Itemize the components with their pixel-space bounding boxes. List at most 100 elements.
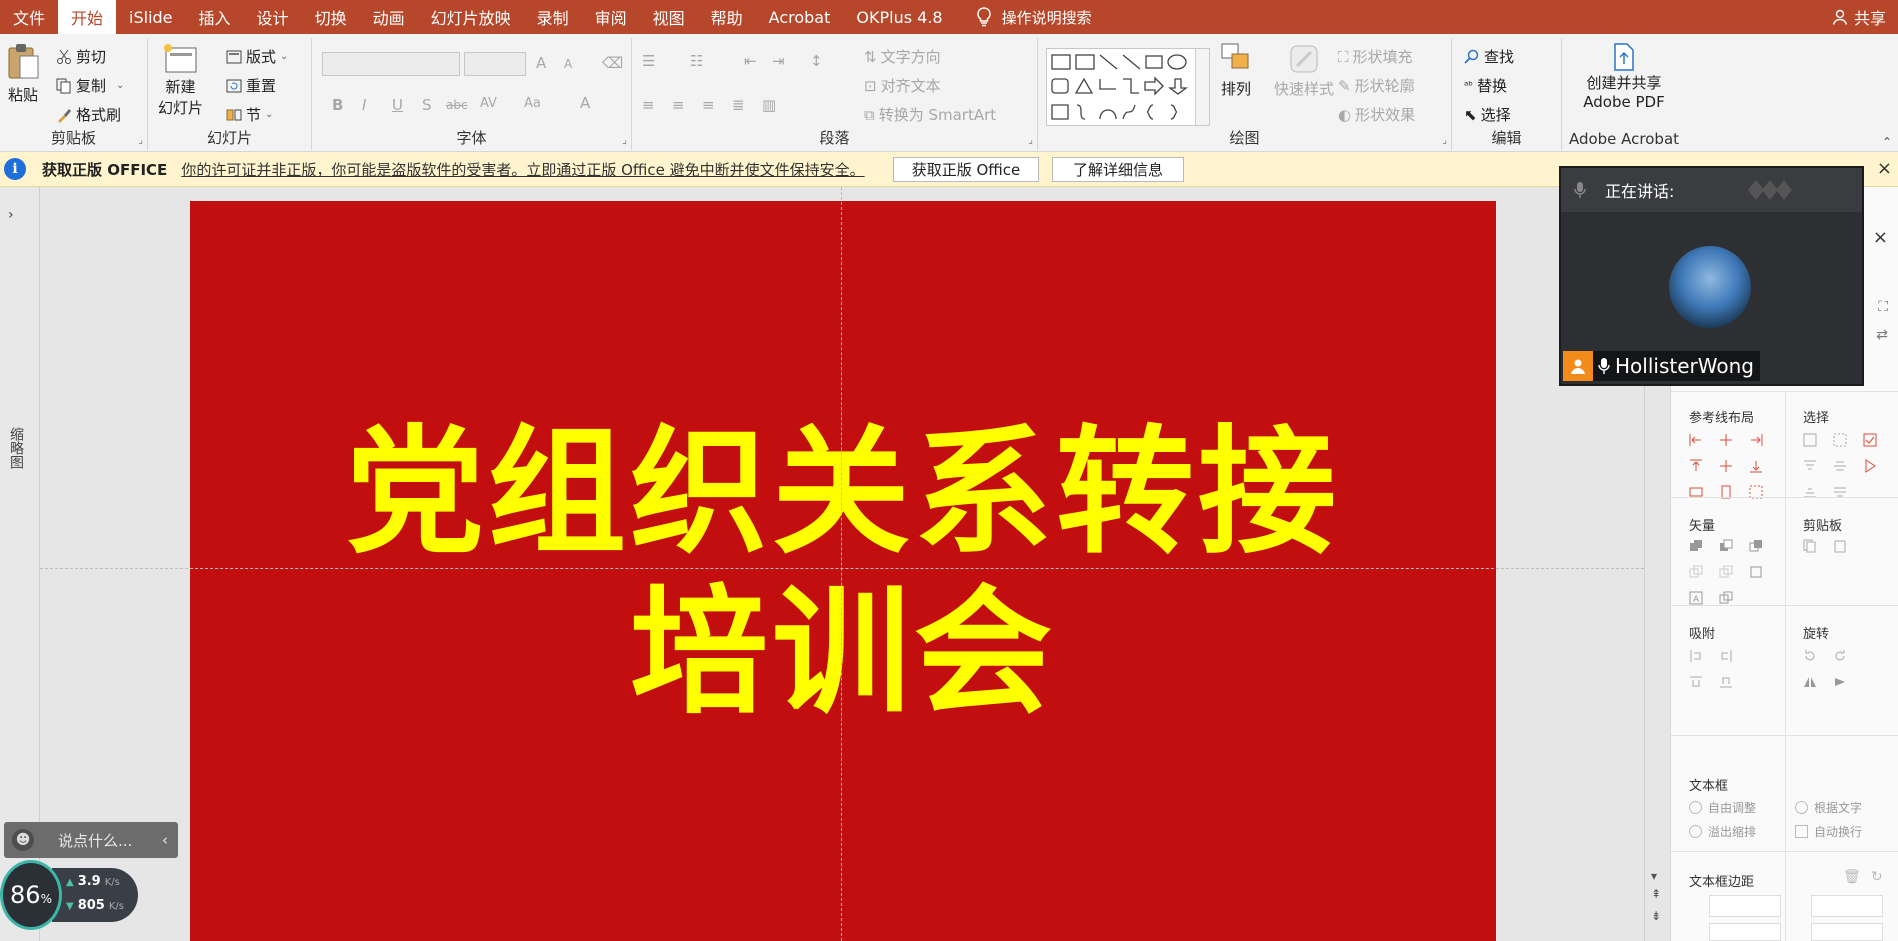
tab-slideshow[interactable]: 幻灯片放映 (418, 0, 524, 34)
format-painter-button[interactable]: 格式刷 (56, 104, 121, 125)
find-button[interactable]: 查找 (1464, 46, 1514, 67)
smartart-button[interactable]: ⧉ 转换为 SmartArt (864, 104, 996, 125)
font-color-button[interactable]: A (580, 94, 590, 112)
share-button[interactable]: 共享 (1832, 0, 1886, 34)
slide[interactable]: 党组织关系转接 培训会 (190, 201, 1496, 941)
align-bottom-edge-icon[interactable] (1749, 459, 1763, 473)
align-center-horizontal-icon[interactable] (1719, 433, 1733, 447)
snap-right-icon[interactable] (1719, 649, 1733, 663)
edit-points-icon[interactable] (1749, 565, 1763, 579)
tab-design[interactable]: 设计 (244, 0, 302, 34)
chat-widget[interactable]: ☻ 说点什么... ‹ (4, 822, 178, 858)
panel-copy-icon[interactable] (1803, 539, 1817, 553)
numbering-icon[interactable]: ☷ (690, 52, 703, 70)
flip-vertical-icon[interactable] (1833, 675, 1847, 689)
tab-file[interactable]: 文件 (0, 0, 58, 34)
underline-button[interactable]: U (392, 96, 403, 114)
previous-slide-icon[interactable]: ⇞ (1651, 887, 1661, 901)
text-to-vector-icon[interactable]: A (1689, 591, 1703, 605)
margin-bottom-input[interactable] (1811, 923, 1883, 941)
tab-transitions[interactable]: 切换 (302, 0, 360, 34)
align-right-edge-icon[interactable] (1749, 433, 1763, 447)
vertical-guide[interactable] (841, 187, 842, 941)
expand-thumbnails-icon[interactable]: › (8, 207, 14, 223)
align-center-vertical-icon[interactable] (1719, 459, 1733, 473)
decrease-indent-icon[interactable]: ⇤ (744, 52, 757, 70)
tab-animations[interactable]: 动画 (360, 0, 418, 34)
auto-adjust-option[interactable]: 自由调整 (1689, 799, 1756, 816)
get-genuine-office-button[interactable]: 获取正版 Office (893, 157, 1039, 182)
select-middle-icon[interactable] (1833, 459, 1847, 473)
network-monitor[interactable]: ▲ 3.9 K/s ▼ 805 K/s 86% (0, 860, 138, 930)
tab-okplus[interactable]: OKPlus 4.8 (843, 0, 955, 34)
margin-top-input[interactable] (1709, 923, 1781, 941)
notification-message[interactable]: 你的许可证并非正版，你可能是盗版软件的受害者。立即通过正版 Office 避免中… (181, 159, 864, 180)
bullets-icon[interactable]: ☰ (642, 52, 655, 70)
change-case-button[interactable]: Aa (524, 96, 541, 111)
emoji-icon[interactable]: ☻ (12, 829, 34, 851)
thumbnail-pane-label[interactable]: 缩略图 (6, 427, 26, 469)
snap-left-icon[interactable] (1689, 649, 1703, 663)
dialog-launcher-icon[interactable]: ⌟ (1442, 135, 1447, 146)
reset-button[interactable]: 重置 (226, 75, 276, 96)
auto-wrap-option[interactable]: 自动换行 (1795, 823, 1862, 840)
select-top-icon[interactable] (1803, 459, 1817, 473)
italic-button[interactable]: I (362, 96, 366, 114)
tab-view[interactable]: 视图 (640, 0, 698, 34)
text-direction-button[interactable]: ⇅ 文字方向 (864, 46, 941, 67)
rotate-left-icon[interactable] (1803, 649, 1817, 663)
flip-horizontal-icon[interactable] (1803, 675, 1817, 689)
justify-icon[interactable]: ≣ (732, 96, 745, 114)
overflow-shrink-option[interactable]: 溢出缩排 (1689, 823, 1756, 840)
dialog-launcher-icon[interactable]: ⌟ (1028, 135, 1033, 146)
align-top-edge-icon[interactable] (1689, 459, 1703, 473)
chat-collapse-icon[interactable]: ‹ (162, 831, 168, 849)
subtract-icon[interactable] (1719, 565, 1733, 579)
margin-right-input[interactable] (1811, 895, 1883, 917)
create-share-pdf-button[interactable]: 创建并共享 Adobe PDF (1562, 42, 1686, 111)
meeting-window[interactable]: 正在讲话: HollisterWong (1559, 166, 1864, 386)
close-icon[interactable]: × (1877, 158, 1892, 179)
replace-button[interactable]: ᵃᵇ 替换 (1464, 75, 1507, 96)
paste-button[interactable]: 粘贴 (6, 42, 40, 105)
select-similar-icon[interactable] (1833, 433, 1847, 447)
tell-me-search[interactable]: 操作说明搜索 (976, 0, 1092, 34)
bold-button[interactable]: B (332, 96, 343, 114)
gallery-scrollbar[interactable] (1195, 49, 1209, 125)
union-icon[interactable] (1689, 539, 1703, 553)
clear-format-icon[interactable]: ⌫ (602, 54, 623, 72)
align-left-icon[interactable]: ≡ (642, 96, 655, 114)
tab-acrobat[interactable]: Acrobat (756, 0, 844, 34)
grow-font-button[interactable]: A (536, 54, 546, 72)
vector-copy-icon[interactable] (1719, 591, 1733, 605)
shape-effects-button[interactable]: ◐ 形状效果 (1338, 104, 1415, 125)
align-left-edge-icon[interactable] (1689, 433, 1703, 447)
quick-styles-button[interactable]: 快速样式 (1274, 42, 1334, 99)
fullscreen-icon[interactable]: ⛶ (1878, 299, 1888, 315)
learn-more-button[interactable]: 了解详细信息 (1052, 157, 1184, 182)
tab-record[interactable]: 录制 (524, 0, 582, 34)
strikethrough-button[interactable]: abc (446, 98, 468, 112)
trash-icon[interactable]: 🗑 (1843, 869, 1861, 885)
shapes-gallery[interactable] (1046, 48, 1210, 126)
copy-button[interactable]: 复制 ⌄ (56, 75, 124, 96)
shape-outline-button[interactable]: ✎ 形状轮廓 (1338, 75, 1415, 96)
dialog-launcher-icon[interactable]: ⌟ (138, 135, 143, 146)
combine-icon[interactable] (1719, 539, 1733, 553)
chat-placeholder[interactable]: 说点什么... (58, 830, 132, 851)
char-spacing-button[interactable]: AV (480, 96, 497, 111)
select-play-icon[interactable] (1863, 459, 1877, 473)
arrange-button[interactable]: 排列 (1220, 42, 1252, 99)
margin-left-input[interactable] (1709, 895, 1781, 917)
select-button[interactable]: ⬉ 选择 (1464, 104, 1511, 125)
tab-help[interactable]: 帮助 (698, 0, 756, 34)
shape-fill-button[interactable]: ⛶ 形状填充 (1338, 46, 1413, 67)
scroll-down-icon[interactable]: ▾ (1651, 869, 1657, 883)
select-same-icon[interactable] (1803, 433, 1817, 447)
intersect-icon[interactable] (1689, 565, 1703, 579)
horizontal-guide[interactable] (40, 568, 1644, 569)
fragment-icon[interactable] (1749, 539, 1763, 553)
snap-bottom-icon[interactable] (1719, 675, 1733, 689)
shadow-button[interactable]: S (422, 96, 432, 114)
tab-home[interactable]: 开始 (58, 0, 117, 34)
